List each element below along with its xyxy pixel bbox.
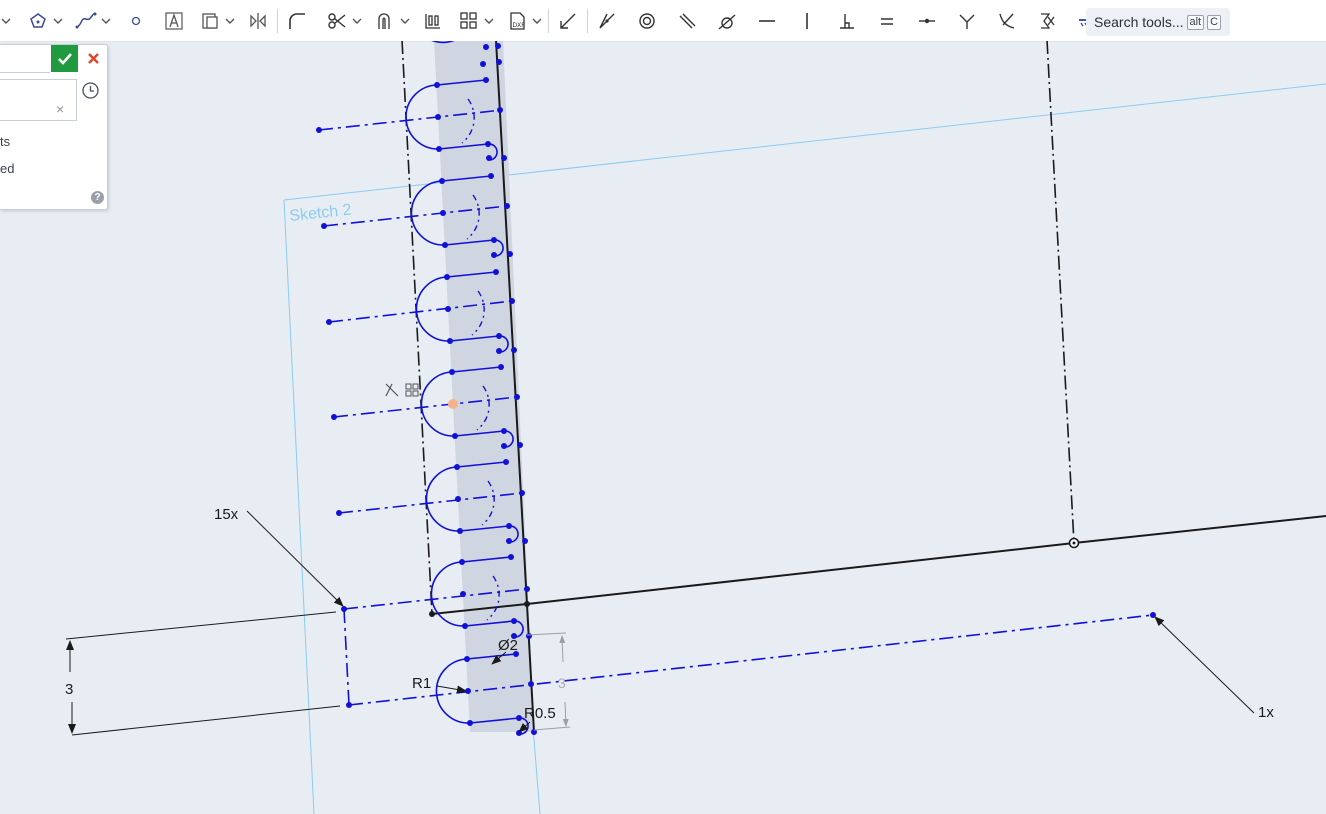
point-tool-button[interactable] [122, 6, 150, 36]
toolbar-divider [587, 8, 588, 33]
equal-constraint-button[interactable] [873, 6, 901, 36]
chevron-down-icon[interactable] [399, 18, 411, 24]
text-tool-button[interactable] [160, 6, 188, 36]
search-tools-input[interactable]: Search tools... alt C [1086, 8, 1230, 36]
pierce-constraint-button[interactable] [993, 6, 1021, 36]
pattern-15x-leader [246, 510, 344, 607]
sketch-plane-left-edge [283, 199, 315, 814]
origin-point-center [1072, 541, 1076, 545]
radius-r05-label[interactable]: R0.5 [524, 705, 556, 722]
construction-line-vertical [1046, 41, 1075, 544]
toolbar-divider [277, 8, 278, 33]
parallel-constraint-button[interactable] [673, 6, 701, 36]
sketch-point[interactable] [524, 601, 530, 607]
perpendicular-constraint-button[interactable] [833, 6, 861, 36]
dimension-3-left[interactable] [65, 611, 341, 736]
shortcut-c-key: C [1207, 14, 1222, 30]
toolbar-divider [548, 8, 549, 33]
shortcut-alt-key: alt [1186, 14, 1205, 30]
dimension-3-inner-label[interactable]: 3 [558, 675, 566, 691]
vertical-constraint-button[interactable] [793, 6, 821, 36]
slot-arc [430, 561, 466, 627]
horizontal-edge-line [431, 515, 1326, 615]
dimension-tool-button[interactable] [554, 6, 582, 36]
insert-dxf-tool-button[interactable]: DXF [503, 6, 531, 36]
dimension-3-left-label[interactable]: 3 [65, 681, 73, 698]
chevron-down-icon[interactable] [52, 18, 64, 24]
hover-point[interactable] [448, 399, 458, 409]
chevron-down-icon[interactable] [483, 18, 495, 24]
offset-tool-button[interactable] [371, 6, 399, 36]
chevron-down-icon[interactable] [100, 18, 112, 24]
linear-pattern-tool-button[interactable] [419, 6, 447, 36]
chevron-down-icon[interactable] [224, 18, 236, 24]
chevron-down-icon[interactable] [0, 18, 12, 24]
fillet-tool-button[interactable] [283, 6, 311, 36]
sum-constraint-button[interactable] [1033, 6, 1061, 36]
sketch-point[interactable] [429, 611, 435, 617]
midpoint-constraint-button[interactable] [913, 6, 941, 36]
search-tools-label: Search tools... [1094, 14, 1184, 30]
normal-constraint-button[interactable] [953, 6, 981, 36]
trim-tool-button[interactable] [323, 6, 351, 36]
pattern-1x-leader [1154, 616, 1255, 714]
pattern-count-15x-label[interactable]: 15x [214, 506, 239, 523]
polygon-tool-button[interactable] [24, 6, 52, 36]
diameter-dimension-label[interactable]: Ø2 [498, 637, 518, 654]
circular-pattern-tool-button[interactable] [455, 6, 483, 36]
sketch-name-label: Sketch 2 [289, 202, 353, 225]
chevron-down-icon[interactable] [531, 18, 543, 24]
spline-tool-button[interactable] [72, 6, 100, 36]
pattern-count-1x-label[interactable]: 1x [1258, 704, 1274, 721]
slot-arc [425, 466, 461, 532]
horizontal-constraint-button[interactable] [753, 6, 781, 36]
chevron-down-icon[interactable] [351, 18, 363, 24]
mirror-tool-button[interactable] [244, 6, 272, 36]
svg-text:DXF: DXF [513, 22, 526, 29]
concentric-constraint-button[interactable] [633, 6, 661, 36]
tangent-constraint-button[interactable] [713, 6, 741, 36]
coincident-constraint-button[interactable] [593, 6, 621, 36]
sketch-canvas[interactable]: Sketch 2 3 15x 1x Ø2 R1 R0.5 3 [0, 41, 1326, 814]
radius-leader [436, 685, 467, 694]
construction-tool-button[interactable] [196, 6, 224, 36]
radius-r1-label[interactable]: R1 [412, 675, 431, 692]
inference-icons [385, 383, 419, 397]
construction-line-left [401, 41, 433, 615]
